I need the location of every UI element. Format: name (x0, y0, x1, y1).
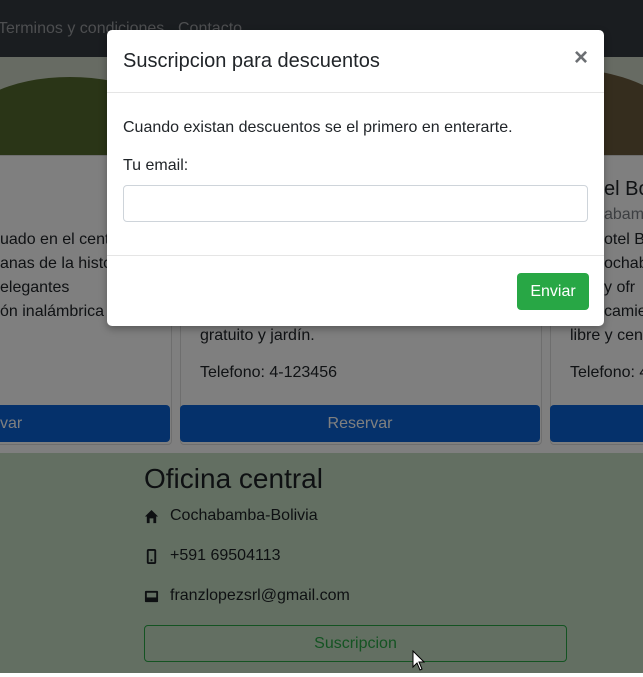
close-icon[interactable]: × (574, 44, 588, 72)
subscription-modal: Suscripcion para descuentos × Cuando exi… (107, 30, 604, 326)
modal-header: Suscripcion para descuentos × (107, 30, 604, 93)
send-button[interactable]: Enviar (517, 273, 589, 310)
modal-description: Cuando existan descuentos se el primero … (123, 119, 513, 136)
modal-title: Suscripcion para descuentos (123, 50, 380, 72)
modal-footer: Enviar (107, 255, 604, 327)
email-input[interactable] (123, 185, 588, 222)
email-label: Tu email: (123, 157, 189, 174)
mouse-cursor-icon (412, 649, 426, 672)
